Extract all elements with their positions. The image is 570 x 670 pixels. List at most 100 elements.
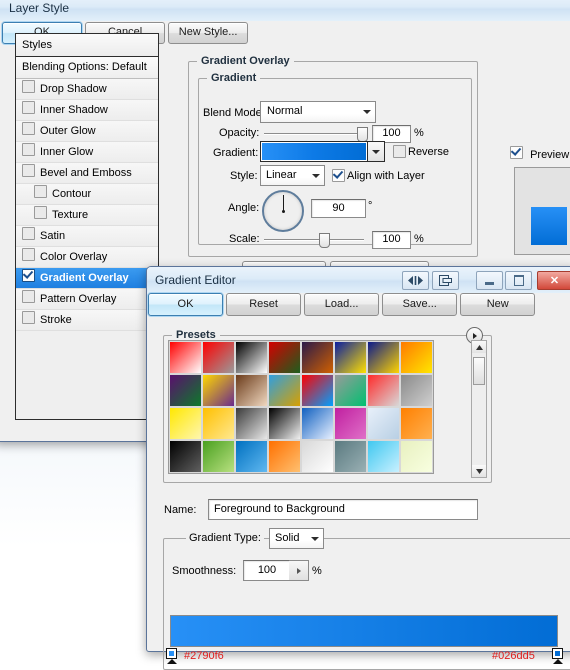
preset-swatch[interactable] <box>202 374 235 407</box>
gradient-editor-new-button[interactable]: New <box>460 293 536 316</box>
sidebar-item-inner-shadow[interactable]: Inner Shadow <box>16 100 158 121</box>
preset-swatch[interactable] <box>400 440 433 473</box>
sidebar-item-label: Inner Glow <box>40 146 94 158</box>
checkbox[interactable] <box>22 80 35 93</box>
blending-options-row[interactable]: Blending Options: Default <box>16 57 158 79</box>
preset-swatch[interactable] <box>268 341 301 374</box>
preset-swatch[interactable] <box>235 407 268 440</box>
angle-label: Angle: <box>228 202 260 214</box>
preset-swatch[interactable] <box>202 407 235 440</box>
preset-swatch[interactable] <box>268 440 301 473</box>
preset-scrollbar[interactable] <box>471 340 487 478</box>
scale-slider-knob[interactable] <box>319 233 330 248</box>
sidebar-item-inner-glow[interactable]: Inner Glow <box>16 142 158 163</box>
blend-mode-select[interactable]: Normal <box>260 101 376 123</box>
preset-swatch[interactable] <box>202 440 235 473</box>
checkbox[interactable] <box>22 269 35 282</box>
new-style-button[interactable]: New Style... <box>168 22 249 44</box>
preset-swatch[interactable] <box>334 407 367 440</box>
preset-swatch[interactable] <box>235 374 268 407</box>
maximize-button[interactable] <box>505 271 532 290</box>
name-label: Name: <box>164 504 197 516</box>
preset-swatch[interactable] <box>169 407 202 440</box>
sidebar-item-contour[interactable]: Contour <box>16 184 158 205</box>
gradient-type-select[interactable]: Solid <box>269 528 324 549</box>
checkbox[interactable] <box>22 290 35 303</box>
checkbox[interactable] <box>22 248 35 261</box>
name-input[interactable]: Foreground to Background <box>208 499 478 520</box>
checkbox[interactable] <box>22 227 35 240</box>
sidebar-item-outer-glow[interactable]: Outer Glow <box>16 121 158 142</box>
scale-slider-track[interactable] <box>264 239 364 240</box>
preset-swatch[interactable] <box>268 407 301 440</box>
checkbox[interactable] <box>22 143 35 156</box>
gradient-bar[interactable] <box>170 615 558 647</box>
opacity-slider-track[interactable] <box>264 133 364 134</box>
gradient-swatch-combo[interactable] <box>260 141 385 162</box>
preset-swatch[interactable] <box>202 341 235 374</box>
preset-swatch[interactable] <box>367 407 400 440</box>
reverse-checkbox[interactable] <box>393 145 406 158</box>
gradient-swatch[interactable] <box>262 143 366 160</box>
preset-swatch[interactable] <box>268 374 301 407</box>
preset-swatch[interactable] <box>235 440 268 473</box>
scroll-up-icon[interactable] <box>472 341 486 353</box>
preset-swatch[interactable] <box>301 341 334 374</box>
smoothness-input[interactable]: 100 <box>243 560 291 581</box>
sidebar-item-drop-shadow[interactable]: Drop Shadow <box>16 79 158 100</box>
align-with-layer-checkbox[interactable] <box>332 169 345 182</box>
checkbox[interactable] <box>22 101 35 114</box>
angle-input[interactable]: 90 <box>311 199 366 218</box>
sidebar-item-texture[interactable]: Texture <box>16 205 158 226</box>
preset-swatch[interactable] <box>334 374 367 407</box>
gradient-stop-left[interactable] <box>166 648 177 665</box>
style-select[interactable]: Linear <box>260 165 325 186</box>
gradient-editor-load-button[interactable]: Load... <box>304 293 380 316</box>
sidebar-item-stroke[interactable]: Stroke <box>16 310 158 331</box>
preview-toggle[interactable]: Preview <box>510 146 569 161</box>
preset-swatch[interactable] <box>169 374 202 407</box>
dock-icon[interactable] <box>432 271 459 290</box>
scrollbar-thumb[interactable] <box>473 357 485 385</box>
preview-checkbox[interactable] <box>510 146 523 159</box>
preset-swatch[interactable] <box>367 374 400 407</box>
preset-swatch[interactable] <box>367 440 400 473</box>
preset-swatch[interactable] <box>367 341 400 374</box>
preset-swatch[interactable] <box>301 407 334 440</box>
gradient-editor-ok-button[interactable]: OK <box>148 293 223 316</box>
minimize-button[interactable] <box>476 271 503 290</box>
sidebar-item-color-overlay[interactable]: Color Overlay <box>16 247 158 268</box>
sidebar-item-satin[interactable]: Satin <box>16 226 158 247</box>
preset-swatch[interactable] <box>169 341 202 374</box>
checkbox[interactable] <box>22 311 35 324</box>
preset-swatch[interactable] <box>301 440 334 473</box>
preset-swatch[interactable] <box>334 341 367 374</box>
angle-dial[interactable] <box>262 190 304 232</box>
preset-swatch[interactable] <box>400 407 433 440</box>
preset-swatch[interactable] <box>235 341 268 374</box>
checkbox[interactable] <box>22 122 35 135</box>
checkbox[interactable] <box>22 164 35 177</box>
smoothness-stepper[interactable] <box>289 560 309 581</box>
preset-swatch[interactable] <box>301 374 334 407</box>
close-button[interactable] <box>537 271 570 290</box>
reverse-label: Reverse <box>408 146 449 158</box>
gradient-stop-right[interactable] <box>552 648 563 665</box>
sidebar-item-gradient-overlay[interactable]: Gradient Overlay <box>16 268 158 289</box>
gradient-overlay-legend: Gradient Overlay <box>197 55 294 67</box>
arrows-lr-icon[interactable] <box>402 271 429 290</box>
checkbox[interactable] <box>34 185 47 198</box>
opacity-slider-knob[interactable] <box>357 127 368 142</box>
scroll-down-icon[interactable] <box>472 465 486 477</box>
preset-swatch[interactable] <box>400 374 433 407</box>
sidebar-item-bevel-and-emboss[interactable]: Bevel and Emboss <box>16 163 158 184</box>
gradient-editor-save-button[interactable]: Save... <box>382 293 458 316</box>
preset-swatch[interactable] <box>334 440 367 473</box>
scale-input[interactable]: 100 <box>372 231 411 249</box>
preset-swatch[interactable] <box>400 341 433 374</box>
sidebar-item-pattern-overlay[interactable]: Pattern Overlay <box>16 289 158 310</box>
gradient-editor-reset-button[interactable]: Reset <box>226 293 302 316</box>
preset-swatch[interactable] <box>169 440 202 473</box>
chevron-down-icon[interactable] <box>367 142 384 161</box>
checkbox[interactable] <box>34 206 47 219</box>
